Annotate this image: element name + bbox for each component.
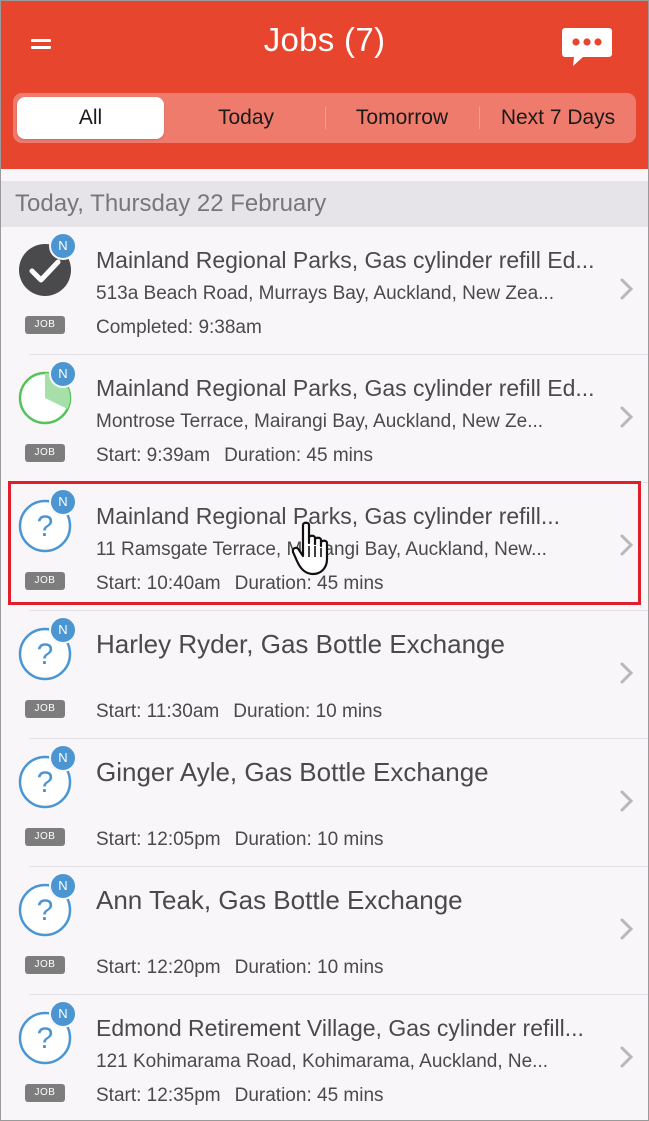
chevron-right-icon: [620, 406, 634, 428]
job-duration: Duration: 45 mins: [224, 445, 373, 466]
job-time: Completed: 9:38am: [96, 317, 262, 339]
svg-text:?: ?: [37, 894, 54, 927]
app-screen: Jobs (7) All Today Tomorrow Next 7 Days …: [0, 0, 649, 1121]
job-type-tag: JOB: [25, 316, 65, 334]
new-badge: N: [49, 872, 77, 900]
job-time: Start: 12:20pm Duration: 10 mins: [96, 957, 384, 979]
job-time: Start: 10:40am Duration: 45 mins: [96, 573, 384, 595]
new-badge: N: [49, 616, 77, 644]
job-type-tag: JOB: [25, 572, 65, 590]
job-duration: Duration: 10 mins: [233, 701, 383, 722]
job-title: Ginger Ayle, Gas Bottle Exchange: [96, 757, 489, 787]
chevron-right-icon: [620, 278, 634, 300]
job-time: Start: 11:30am Duration: 10 mins: [96, 701, 382, 723]
job-title: Mainland Regional Parks, Gas cylinder re…: [96, 503, 561, 529]
job-row[interactable]: ? N JOB Edmond Retirement Village, Gas c…: [1, 995, 648, 1120]
job-duration: Duration: 45 mins: [234, 573, 384, 594]
chevron-right-icon: [620, 534, 634, 556]
tab-all[interactable]: All: [17, 97, 164, 139]
job-title: Ann Teak, Gas Bottle Exchange: [96, 885, 463, 915]
job-completed-time: Completed: 9:38am: [96, 317, 262, 338]
job-title: Harley Ryder, Gas Bottle Exchange: [96, 629, 505, 659]
job-address: 121 Kohimarama Road, Kohimarama, Aucklan…: [96, 1051, 549, 1072]
job-row-selected[interactable]: ? N JOB Mainland Regional Parks, Gas cyl…: [1, 483, 648, 611]
job-row[interactable]: ? N JOB Harley Ryder, Gas Bottle Exchang…: [1, 611, 648, 739]
job-duration: Duration: 10 mins: [234, 829, 384, 850]
job-time: Start: 12:35pm Duration: 45 mins: [96, 1085, 384, 1107]
job-start-time: Start: 12:35pm: [96, 1085, 221, 1106]
job-address: 513a Beach Road, Murrays Bay, Auckland, …: [96, 283, 554, 304]
chevron-right-icon: [620, 662, 634, 684]
svg-text:?: ?: [37, 638, 54, 671]
job-address: 11 Ramsgate Terrace, Mairangi Bay, Auckl…: [96, 539, 547, 560]
job-type-tag: JOB: [25, 700, 65, 718]
job-type-tag: JOB: [25, 444, 65, 462]
job-title: Mainland Regional Parks, Gas cylinder re…: [96, 375, 595, 401]
job-start-time: Start: 12:05pm: [96, 829, 221, 850]
job-duration: Duration: 10 mins: [234, 957, 384, 978]
chevron-right-icon: [620, 790, 634, 812]
new-badge: N: [49, 360, 77, 388]
tab-next-7-days[interactable]: Next 7 Days: [480, 93, 636, 143]
new-badge: N: [49, 488, 77, 516]
job-type-tag: JOB: [25, 1084, 65, 1102]
section-header-date: Today, Thursday 22 February: [1, 181, 648, 227]
job-type-tag: JOB: [25, 828, 65, 846]
job-title: Edmond Retirement Village, Gas cylinder …: [96, 1015, 584, 1041]
new-badge: N: [49, 232, 77, 260]
new-badge: N: [49, 1000, 77, 1028]
svg-text:?: ?: [37, 510, 54, 543]
new-badge: N: [49, 744, 77, 772]
tab-tomorrow[interactable]: Tomorrow: [326, 93, 478, 143]
job-address: Montrose Terrace, Mairangi Bay, Auckland…: [96, 411, 544, 432]
chevron-right-icon: [620, 1046, 634, 1068]
job-time: Start: 12:05pm Duration: 10 mins: [96, 829, 384, 851]
job-start-time: Start: 10:40am: [96, 573, 221, 594]
job-type-tag: JOB: [25, 956, 65, 974]
chat-bubble-icon[interactable]: [561, 26, 613, 68]
job-start-time: Start: 9:39am: [96, 445, 211, 466]
chevron-right-icon: [620, 918, 634, 940]
page-title: Jobs (7): [263, 21, 386, 58]
job-title: Mainland Regional Parks, Gas cylinder re…: [96, 247, 595, 273]
job-row[interactable]: ? N JOB Ann Teak, Gas Bottle Exchange St…: [1, 867, 648, 995]
job-row[interactable]: N JOB Mainland Regional Parks, Gas cylin…: [1, 227, 648, 355]
job-start-time: Start: 12:20pm: [96, 957, 221, 978]
tab-today[interactable]: Today: [171, 93, 321, 143]
job-start-time: Start: 11:30am: [96, 701, 220, 722]
svg-text:?: ?: [37, 1022, 54, 1055]
job-duration: Duration: 45 mins: [234, 1085, 384, 1106]
date-filter-tabs: All Today Tomorrow Next 7 Days: [13, 93, 636, 143]
job-row[interactable]: N JOB Mainland Regional Parks, Gas cylin…: [1, 355, 648, 483]
svg-text:?: ?: [37, 766, 54, 799]
job-row[interactable]: ? N JOB Ginger Ayle, Gas Bottle Exchange…: [1, 739, 648, 867]
app-header: Jobs (7) All Today Tomorrow Next 7 Days: [1, 1, 648, 169]
job-time: Start: 9:39am Duration: 45 mins: [96, 445, 373, 467]
